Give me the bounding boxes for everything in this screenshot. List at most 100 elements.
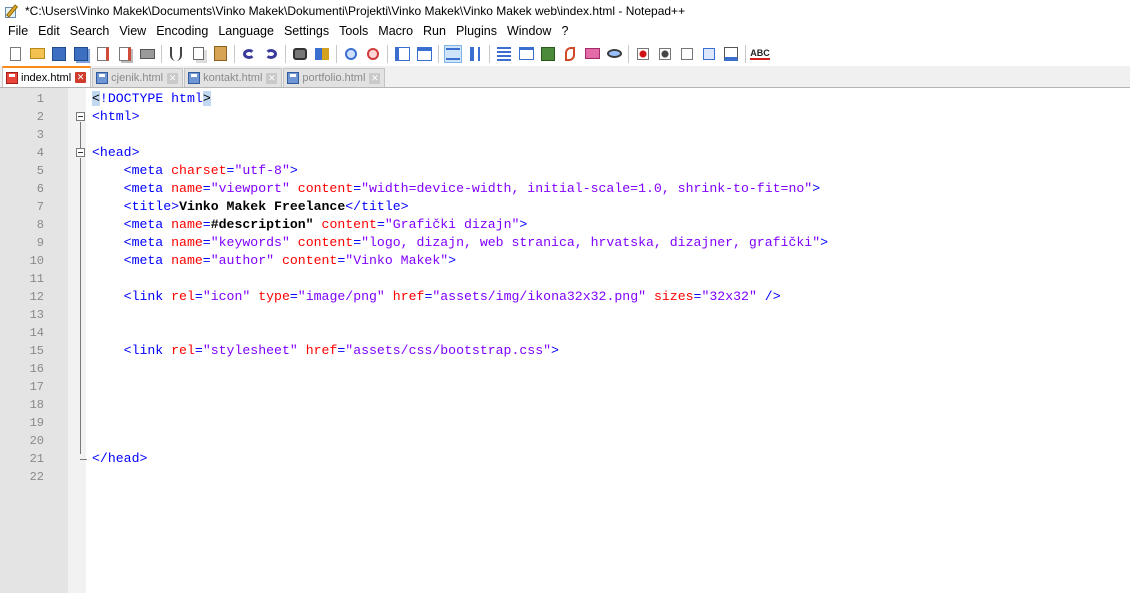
word-wrap-icon	[446, 47, 460, 60]
toolbar-separator	[285, 44, 286, 63]
code-editor[interactable]: 1 <!DOCTYPE html> 2 <html> 3 4 <head> 5 <meta c…	[0, 88, 1130, 593]
sync-horizontal-button[interactable]	[415, 45, 433, 63]
menu-window[interactable]: Window	[502, 22, 556, 41]
close-tab-icon[interactable]: ✕	[266, 72, 278, 84]
code-line[interactable]: 1 <!DOCTYPE html>	[0, 90, 1130, 108]
close-tab-icon[interactable]: ✕	[369, 72, 381, 84]
undo-icon	[243, 48, 255, 59]
code-token: =	[353, 181, 362, 196]
code-line[interactable]: 14	[0, 324, 1130, 342]
code-line[interactable]: 4 <head>	[0, 144, 1130, 162]
code-token: #description"	[210, 217, 314, 232]
code-line[interactable]: 5 <meta charset="utf-8">	[0, 162, 1130, 180]
code-line[interactable]: 16	[0, 360, 1130, 378]
code-line[interactable]: 20	[0, 432, 1130, 450]
save-macro-button[interactable]	[722, 45, 740, 63]
code-line[interactable]: 8 <meta name=#description" content="Graf…	[0, 216, 1130, 234]
tab-portfolio[interactable]: portfolio.html ✕	[283, 68, 386, 87]
code-line[interactable]: 13	[0, 306, 1130, 324]
indent-guide-button[interactable]	[495, 45, 513, 63]
print-button[interactable]	[138, 45, 156, 63]
code-line[interactable]: 19	[0, 414, 1130, 432]
menu-view[interactable]: View	[114, 22, 151, 41]
menu-tools[interactable]: Tools	[334, 22, 373, 41]
open-file-button[interactable]	[28, 45, 46, 63]
code-line[interactable]: 15 <link rel="stylesheet" href="assets/c…	[0, 342, 1130, 360]
undo-button[interactable]	[240, 45, 258, 63]
code-line[interactable]: 17	[0, 378, 1130, 396]
document-map-button[interactable]	[539, 45, 557, 63]
code-token: "logo, dizajn, web stranica, hrvatska, d…	[361, 235, 821, 250]
record-macro-button[interactable]	[634, 45, 652, 63]
copy-button[interactable]	[189, 45, 207, 63]
save-macro-icon	[724, 46, 738, 61]
run-macro-multiple-button[interactable]	[700, 45, 718, 63]
zoom-in-button[interactable]	[342, 45, 360, 63]
code-line[interactable]: 6 <meta name="viewport" content="width=d…	[0, 180, 1130, 198]
stop-record-button[interactable]	[656, 45, 674, 63]
menu-plugins[interactable]: Plugins	[451, 22, 502, 41]
code-line[interactable]: 9 <meta name="keywords" content="logo, d…	[0, 234, 1130, 252]
menu-language[interactable]: Language	[213, 22, 279, 41]
code-token: >	[202, 91, 211, 106]
code-line[interactable]: 2 <html>	[0, 108, 1130, 126]
code-token: charset	[171, 163, 227, 178]
play-macro-button[interactable]	[678, 45, 696, 63]
new-file-icon	[9, 46, 21, 61]
code-line[interactable]: 11	[0, 270, 1130, 288]
tab-index[interactable]: index.html ✕	[2, 66, 92, 87]
fold-toggle-icon[interactable]	[76, 148, 85, 157]
line-number: 13	[29, 308, 44, 322]
code-line[interactable]: 18	[0, 396, 1130, 414]
line-number: 15	[29, 344, 44, 358]
redo-button[interactable]	[262, 45, 280, 63]
fold-toggle-icon[interactable]	[76, 112, 85, 121]
code-line[interactable]: 21 </head>	[0, 450, 1130, 468]
menu-edit[interactable]: Edit	[33, 22, 65, 41]
code-line[interactable]: 7 <title>Vinko Makek Freelance</title>	[0, 198, 1130, 216]
line-number: 8	[36, 218, 44, 232]
show-all-chars-button[interactable]	[466, 45, 484, 63]
user-defined-language-button[interactable]	[517, 45, 535, 63]
close-button[interactable]	[94, 45, 112, 63]
menu-settings[interactable]: Settings	[279, 22, 334, 41]
menu-run[interactable]: Run	[418, 22, 451, 41]
menu-encoding[interactable]: Encoding	[151, 22, 213, 41]
close-all-button[interactable]	[116, 45, 134, 63]
menu-search[interactable]: Search	[65, 22, 115, 41]
code-line[interactable]: 22	[0, 468, 1130, 486]
new-file-button[interactable]	[6, 45, 24, 63]
code-line[interactable]: 10 <meta name="author" content="Vinko Ma…	[0, 252, 1130, 270]
menu-file[interactable]: File	[0, 22, 33, 41]
spell-check-button[interactable]: ABC	[750, 45, 770, 63]
replace-button[interactable]	[313, 45, 331, 63]
tab-label: index.html	[21, 71, 72, 84]
menu-help[interactable]: ?	[556, 22, 573, 41]
monitoring-button[interactable]	[605, 45, 623, 63]
menu-macro[interactable]: Macro	[373, 22, 418, 41]
cut-button[interactable]	[167, 45, 185, 63]
paste-button[interactable]	[211, 45, 229, 63]
code-line[interactable]: 3	[0, 126, 1130, 144]
close-tab-icon[interactable]: ✕	[167, 72, 179, 84]
code-token: />	[756, 289, 781, 304]
find-button[interactable]	[291, 45, 309, 63]
word-wrap-button[interactable]	[444, 44, 462, 63]
zoom-out-button[interactable]	[364, 45, 382, 63]
tab-kontakt[interactable]: kontakt.html ✕	[184, 68, 283, 87]
folder-as-workspace-button[interactable]	[583, 45, 601, 63]
indent-guide-icon	[497, 46, 511, 61]
tab-cjenik[interactable]: cjenik.html ✕	[92, 68, 184, 87]
window-title: *C:\Users\Vinko Makek\Documents\Vinko Ma…	[25, 4, 686, 18]
sync-vertical-button[interactable]	[393, 45, 411, 63]
close-tab-icon[interactable]: ✕	[75, 72, 87, 83]
code-line[interactable]: 12 <link rel="icon" type="image/png" hre…	[0, 288, 1130, 306]
code-token: </head>	[92, 451, 148, 466]
code-token: "image/png"	[297, 289, 385, 304]
code-text: <link rel="stylesheet" href="assets/css/…	[92, 342, 559, 360]
function-list-button[interactable]	[561, 45, 579, 63]
save-all-button[interactable]	[72, 45, 90, 63]
save-button[interactable]	[50, 45, 68, 63]
replace-icon	[315, 47, 329, 60]
